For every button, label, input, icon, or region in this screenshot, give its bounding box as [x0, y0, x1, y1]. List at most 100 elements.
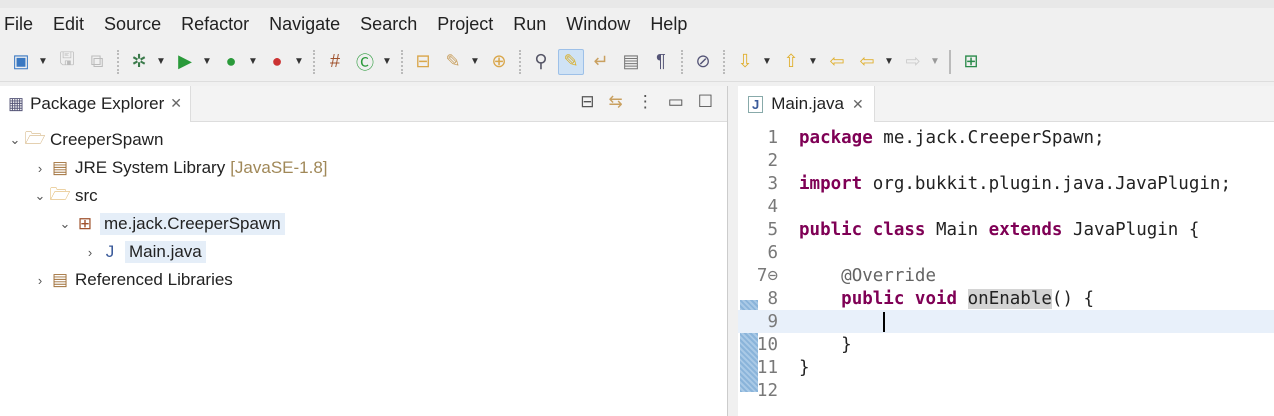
save-all-icon[interactable]: ⧉ — [84, 49, 110, 75]
last-edit-icon[interactable]: ⇦ — [824, 49, 850, 75]
menu-project[interactable]: Project — [437, 14, 493, 35]
block-selection-icon[interactable]: ▤ — [618, 49, 644, 75]
code-line: 11} — [738, 356, 1274, 379]
dropdown-arrow-icon[interactable]: ▼ — [294, 56, 306, 67]
run-coverage-icon[interactable]: ● — [218, 49, 244, 75]
new-package-icon[interactable]: # — [322, 49, 348, 75]
editor-tab-main-java[interactable]: J Main.java ✕ — [738, 86, 875, 122]
tree-item[interactable]: › J Main.java — [0, 238, 727, 266]
link-with-editor-icon[interactable]: ⇆ — [608, 92, 622, 112]
view-menu-icon[interactable]: ⋮ — [637, 92, 654, 112]
menu-file[interactable]: File — [4, 14, 33, 35]
tree-item[interactable]: ⌄ ⊞ me.jack.CreeperSpawn — [0, 210, 727, 238]
menu-window[interactable]: Window — [566, 14, 630, 35]
java-file-icon: J — [748, 95, 764, 113]
chevron-right-icon[interactable]: › — [31, 161, 49, 176]
chevron-right-icon[interactable]: › — [81, 245, 99, 260]
line-number: 10 — [756, 334, 778, 355]
tree-item[interactable]: ⌄ 🗁 CreeperSpawn — [0, 126, 727, 154]
menu-refactor[interactable]: Refactor — [181, 14, 249, 35]
tree-item-label: CreeperSpawn — [50, 130, 164, 149]
chevron-down-icon[interactable]: ⌄ — [31, 188, 49, 204]
maximize-icon[interactable]: ☐ — [698, 92, 713, 112]
package-icon: ⊞ — [77, 214, 93, 233]
search-pen-icon[interactable]: ✎ — [440, 49, 466, 75]
line-number: 7⊖ — [756, 265, 778, 286]
forward-icon[interactable]: ⇨ — [900, 49, 926, 75]
previous-annotation-icon[interactable]: ⇧ — [778, 49, 804, 75]
save-icon[interactable]: 🖫 — [54, 49, 80, 75]
code-text: } — [799, 357, 810, 378]
project-icon: 🗁 — [24, 128, 46, 148]
dropdown-arrow-icon[interactable]: ▼ — [382, 56, 394, 67]
tree-item-decoration: [JavaSE-1.8] — [230, 158, 328, 177]
menu-search[interactable]: Search — [360, 14, 417, 35]
tree-item[interactable]: ⌄ 🗁 src — [0, 182, 727, 210]
external-tools-icon[interactable]: ● — [264, 49, 290, 75]
code-text: public class Main extends JavaPlugin { — [799, 219, 1200, 240]
close-icon[interactable]: ✕ — [170, 95, 182, 112]
menu-help[interactable]: Help — [650, 14, 687, 35]
toggle-icon[interactable]: ⚲ — [528, 49, 554, 75]
dropdown-arrow-icon[interactable]: ▼ — [930, 56, 942, 67]
dropdown-arrow-icon[interactable]: ▼ — [762, 56, 774, 67]
chevron-right-icon[interactable]: › — [31, 273, 49, 288]
menu-navigate[interactable]: Navigate — [269, 14, 340, 35]
dropdown-arrow-icon[interactable]: ▼ — [156, 56, 168, 67]
collapse-all-icon[interactable]: ⊟ — [580, 92, 594, 112]
line-number: 12 — [756, 380, 778, 401]
tree-item-label: src — [75, 186, 98, 205]
close-icon[interactable]: ✕ — [852, 96, 864, 113]
show-whitespace-icon[interactable]: ¶ — [648, 49, 674, 75]
dropdown-arrow-icon[interactable]: ▼ — [884, 56, 896, 67]
open-task-icon[interactable]: ⊕ — [486, 49, 512, 75]
line-number: 3 — [767, 173, 778, 194]
java-file-icon: J — [105, 242, 115, 261]
package-explorer-tab[interactable]: ▦ Package Explorer ✕ — [0, 85, 191, 122]
menu-source[interactable]: Source — [104, 14, 161, 35]
title-bar — [0, 0, 1274, 8]
new-icon[interactable]: ▣ — [8, 49, 34, 75]
tree-item[interactable]: › ▤ JRE System Library [JavaSE-1.8] — [0, 154, 727, 182]
menu-edit[interactable]: Edit — [53, 14, 84, 35]
code-line: 5 public class Main extends JavaPlugin { — [738, 218, 1274, 241]
word-wrap-icon[interactable]: ↵ — [588, 49, 614, 75]
toolbar: ▣ ▼ 🖫 ⧉ ✲ ▼ ▶ ▼ ● ▼ ● ▼ # Ⓒ ▼ ⊟ ✎ ▼ ⊕ ⚲ ✎ ↵ ▤ ¶… — [0, 42, 1274, 82]
run-icon[interactable]: ▶ — [172, 49, 198, 75]
code-line: 3 import org.bukkit.plugin.java.JavaPlugi… — [738, 172, 1274, 195]
line-number: 1 — [767, 127, 778, 148]
open-type-icon[interactable]: ⊟ — [410, 49, 436, 75]
code-line: 4 — [738, 195, 1274, 218]
dropdown-arrow-icon[interactable]: ▼ — [248, 56, 260, 67]
package-explorer-icon: ▦ — [8, 93, 25, 113]
code-line: 8 public void onEnable() { — [738, 287, 1274, 310]
package-tree: ⌄ 🗁 CreeperSpawn › ▤ JRE System Library [JavaS… — [0, 122, 727, 294]
back-icon[interactable]: ⇦ — [854, 49, 880, 75]
mark-occurrences-icon[interactable]: ✎ — [558, 48, 584, 75]
minimize-icon[interactable]: ▭ — [668, 92, 684, 112]
library-icon: ▤ — [51, 158, 69, 177]
menu-run[interactable]: Run — [513, 14, 546, 35]
dropdown-arrow-icon[interactable]: ▼ — [38, 56, 50, 67]
new-class-icon[interactable]: Ⓒ — [352, 49, 378, 75]
breakpoints-icon[interactable]: ⊘ — [690, 49, 716, 75]
tree-item-label: Main.java — [125, 241, 206, 263]
editor-panel: J Main.java ✕ 1 package me.jack.CreeperSp… — [738, 86, 1274, 416]
tree-item[interactable]: › ▤ Referenced Libraries — [0, 266, 727, 294]
code-editor[interactable]: 1 package me.jack.CreeperSpawn; 2 3 import o… — [738, 122, 1274, 402]
dropdown-arrow-icon[interactable]: ▼ — [470, 56, 482, 67]
code-text: } — [799, 334, 852, 355]
line-number: 6 — [767, 242, 778, 263]
code-text: package me.jack.CreeperSpawn; — [799, 127, 1105, 148]
tree-item-label: JRE System Library — [75, 158, 226, 177]
line-number: 2 — [767, 150, 778, 171]
chevron-down-icon[interactable]: ⌄ — [6, 132, 24, 148]
dropdown-arrow-icon[interactable]: ▼ — [808, 56, 820, 67]
debug-icon[interactable]: ✲ — [126, 49, 152, 75]
tab-label: Main.java — [771, 94, 844, 113]
line-number: 11 — [756, 357, 778, 378]
open-perspective-icon[interactable]: ⊞ — [958, 49, 984, 75]
next-annotation-icon[interactable]: ⇩ — [732, 49, 758, 75]
dropdown-arrow-icon[interactable]: ▼ — [202, 56, 214, 67]
chevron-down-icon[interactable]: ⌄ — [56, 216, 74, 232]
